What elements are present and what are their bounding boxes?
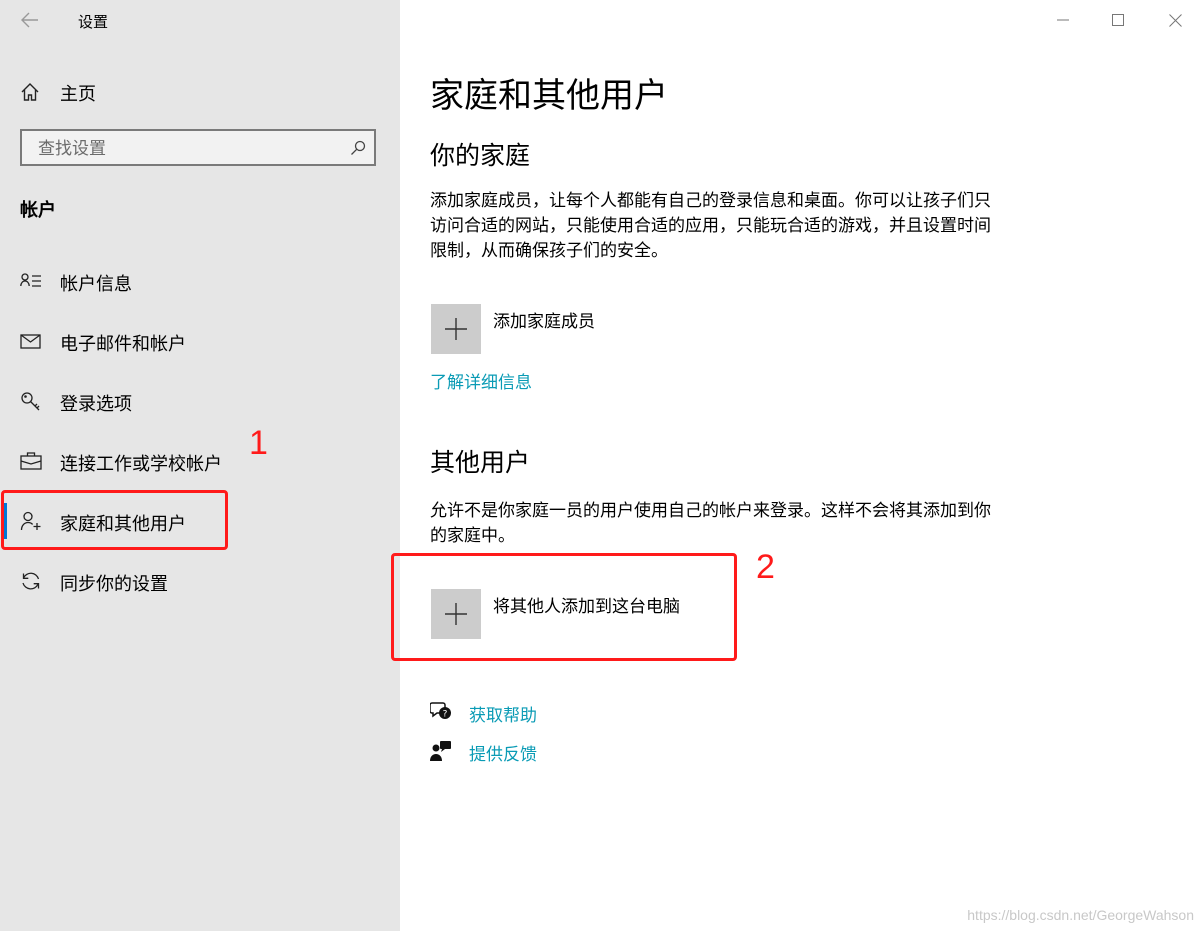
family-heading: 你的家庭 [430,141,531,170]
sidebar-item-sync[interactable]: 同步你的设置 [0,559,400,603]
home-label: 主页 [60,84,96,105]
sync-icon [22,572,40,590]
feedback-link[interactable]: 提供反馈 [469,740,537,765]
sidebar-item-label: 连接工作或学校帐户 [60,454,222,475]
learn-more-link[interactable]: 了解详细信息 [430,368,532,393]
page-title: 家庭和其他用户 [430,76,668,116]
search-icon[interactable] [350,140,366,156]
annotation-number-1: 1 [249,424,268,462]
annotation-box-2 [391,553,737,661]
section-title: 帐户 [20,200,56,221]
sidebar-item-label: 同步你的设置 [60,574,168,595]
sidebar-item-email[interactable]: 电子邮件和帐户 [0,319,400,363]
sidebar-item-label: 登录选项 [60,394,132,415]
close-icon [1168,13,1182,27]
add-family-member-label[interactable]: 添加家庭成员 [493,307,595,332]
close-button[interactable] [1152,4,1198,36]
briefcase-icon [20,452,42,470]
mail-icon [20,334,41,349]
annotation-number-2: 2 [756,548,775,586]
help-chat-icon: ? [430,702,451,720]
back-arrow-icon [21,12,38,28]
minimize-button[interactable] [1040,4,1086,36]
watermark: https://blog.csdn.net/GeorgeWahson [967,907,1194,923]
feedback-icon [430,741,451,761]
account-info-icon [20,273,41,287]
svg-text:?: ? [443,710,448,720]
add-family-member-button[interactable] [431,304,481,354]
sidebar-item-label: 帐户信息 [60,274,132,295]
sidebar-item-label: 电子邮件和帐户 [60,334,186,355]
sidebar-item-sign-in-options[interactable]: 登录选项 [0,379,400,423]
other-users-heading: 其他用户 [430,448,531,477]
sidebar-item-work-school[interactable]: 连接工作或学校帐户 [0,439,400,483]
key-icon [21,392,40,411]
annotation-box-1 [1,490,228,550]
app-title: 设置 [78,13,109,31]
get-help-link[interactable]: 获取帮助 [469,701,537,726]
home-icon [21,83,39,101]
maximize-icon [1112,14,1124,26]
plus-icon [445,318,467,340]
home-nav-item[interactable]: 主页 [0,72,400,112]
other-users-description: 允许不是你家庭一员的用户使用自己的帐户来登录。这样不会将其添加到你的家庭中。 [430,501,991,546]
search-input[interactable] [36,138,340,160]
search-box[interactable] [20,129,376,166]
sidebar-item-account-info[interactable]: 帐户信息 [0,259,400,303]
minimize-icon [1057,19,1069,21]
family-description: 添加家庭成员，让每个人都能有自己的登录信息和桌面。你可以让孩子们只访问合适的网站… [430,191,991,261]
back-button[interactable] [12,6,48,34]
maximize-button[interactable] [1095,4,1141,36]
